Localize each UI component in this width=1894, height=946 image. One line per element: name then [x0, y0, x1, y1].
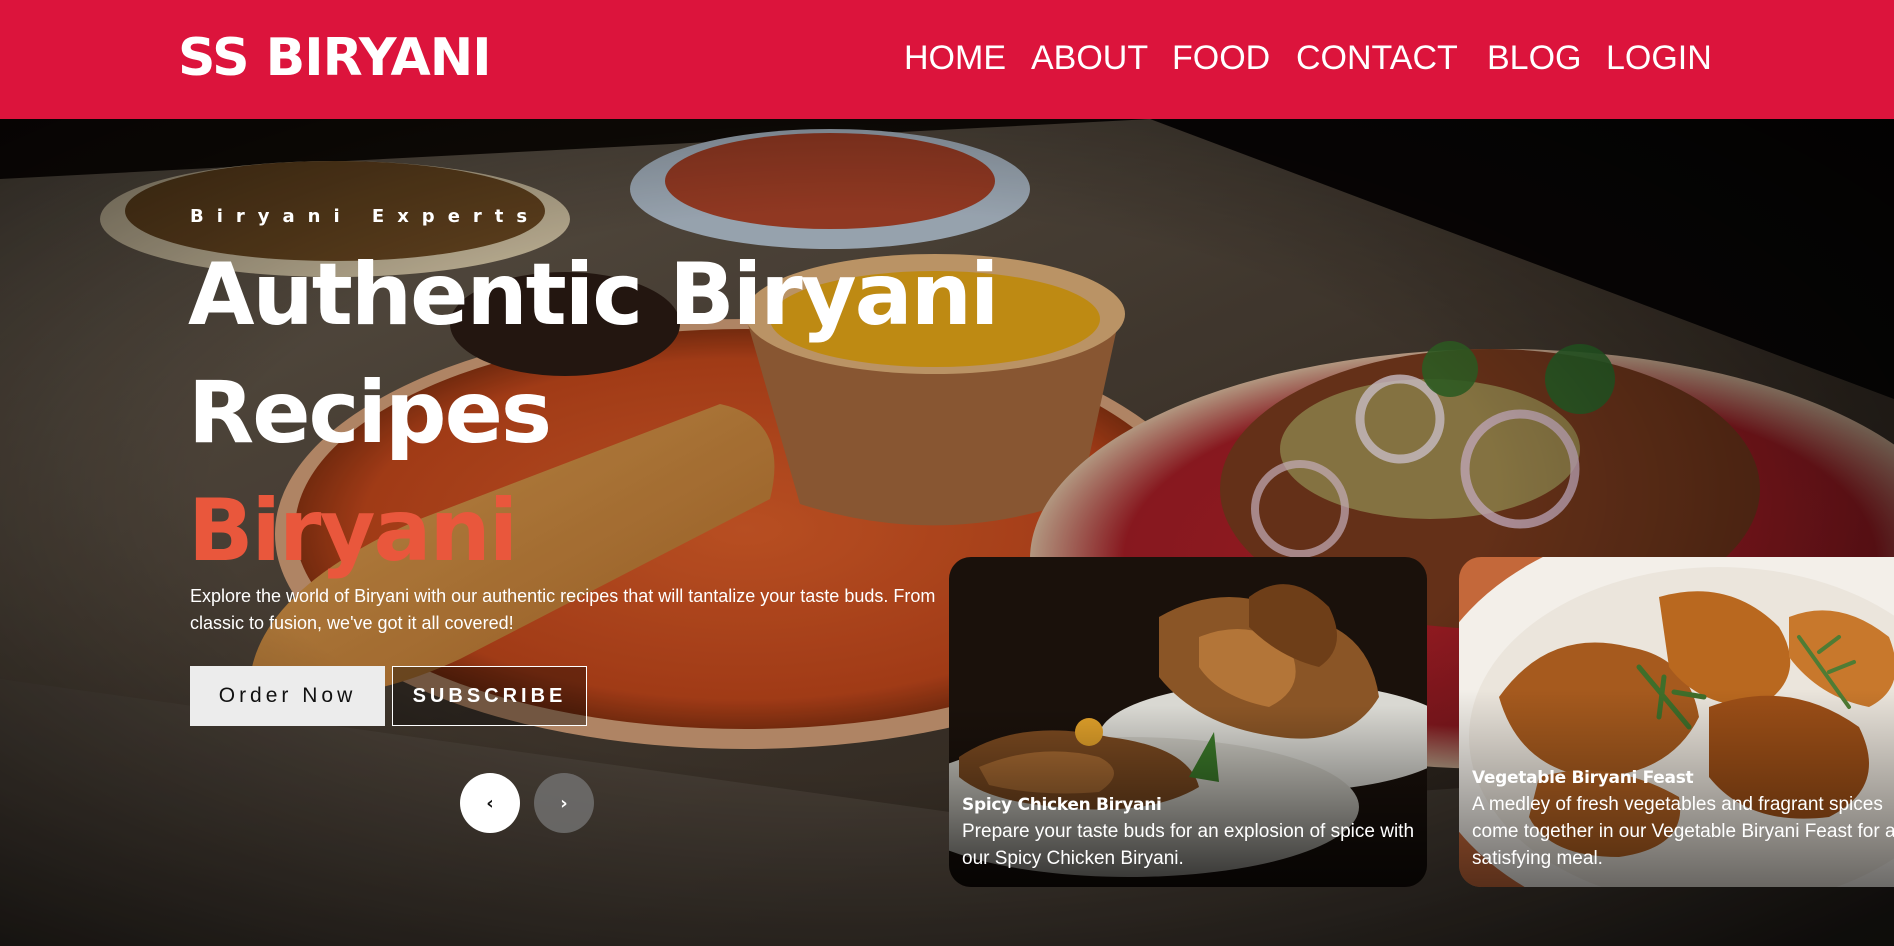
- card-description: A medley of fresh vegetables and fragran…: [1472, 794, 1894, 869]
- headline-line-1: Authentic Biryani: [188, 245, 999, 345]
- food-card[interactable]: Vegetable Biryani Feast A medley of fres…: [1459, 557, 1894, 887]
- nav-item-food[interactable]: FOOD: [1172, 36, 1270, 80]
- nav-item-blog[interactable]: BLOG: [1487, 36, 1581, 80]
- card-title: Spicy Chicken Biryani: [962, 795, 1162, 815]
- top-navbar: SS BIRYANI HOME ABOUT FOOD CONTACT BLOG …: [0, 0, 1894, 119]
- chevron-right-icon: ›: [560, 792, 568, 814]
- nav-item-login[interactable]: LOGIN: [1606, 36, 1712, 80]
- headline-line-2: Recipes: [188, 363, 552, 463]
- nav-item-contact[interactable]: CONTACT: [1296, 36, 1458, 80]
- hero-headline: Authentic Biryani Recipes Biryani: [188, 236, 999, 590]
- nav-item-about[interactable]: ABOUT: [1031, 36, 1148, 80]
- brand-logo[interactable]: SS BIRYANI: [178, 28, 492, 88]
- card-title: Vegetable Biryani Feast: [1472, 768, 1694, 788]
- subscribe-button[interactable]: SUBSCRIBE: [392, 666, 587, 726]
- card-description: Prepare your taste buds for an explosion…: [962, 821, 1415, 869]
- carousel-next-button[interactable]: ›: [534, 773, 594, 833]
- card-text: Vegetable Biryani Feast A medley of fres…: [1472, 765, 1894, 872]
- carousel-prev-button[interactable]: ‹: [460, 773, 520, 833]
- order-now-button[interactable]: Order Now: [190, 666, 385, 726]
- food-card[interactable]: Spicy Chicken Biryani Prepare your taste…: [949, 557, 1427, 887]
- chevron-left-icon: ‹: [486, 792, 494, 814]
- nav-item-home[interactable]: HOME: [904, 36, 1006, 80]
- headline-accent: Biryani: [188, 481, 518, 581]
- card-text: Spicy Chicken Biryani Prepare your taste…: [962, 792, 1419, 872]
- hero-tagline: Explore the world of Biryani with our au…: [190, 586, 936, 633]
- hero-eyebrow: Biryani Experts: [190, 206, 541, 227]
